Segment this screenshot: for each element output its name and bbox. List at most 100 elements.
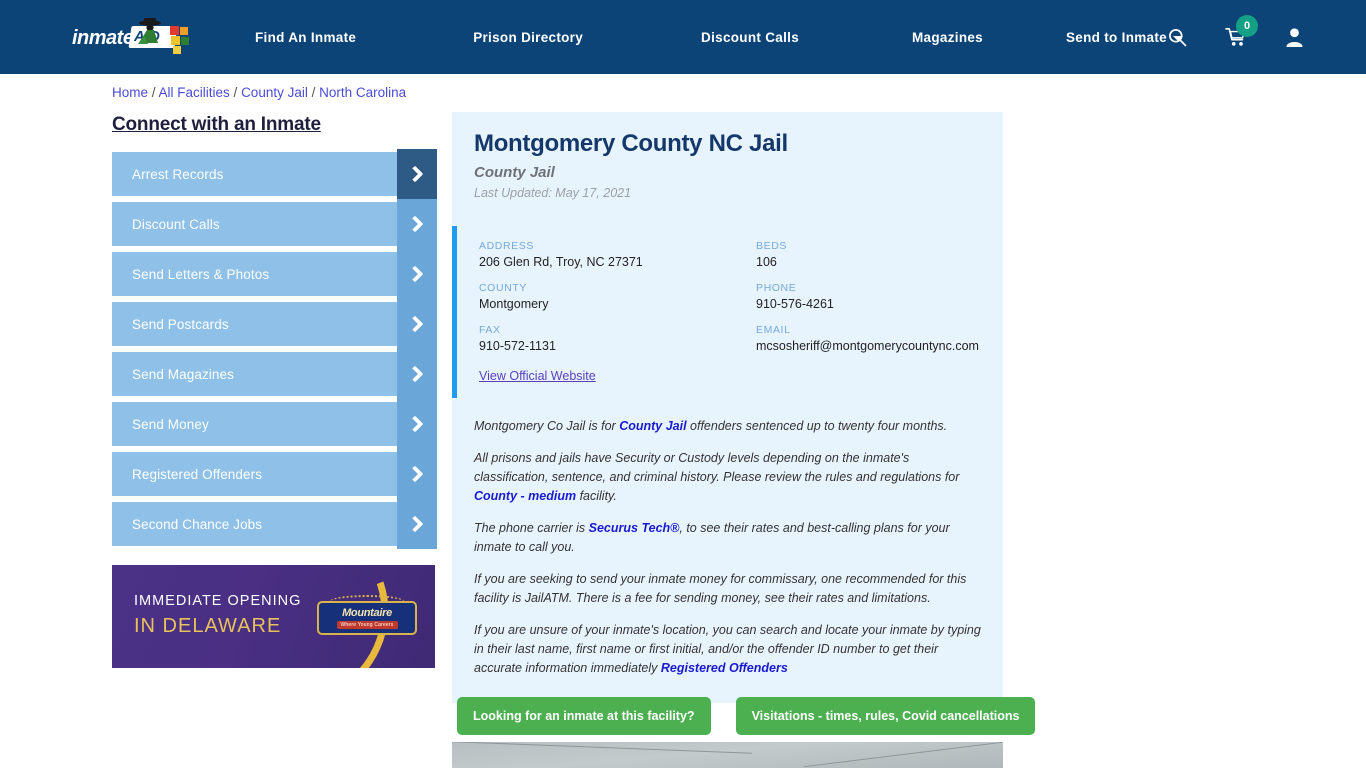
ad-brand-name: Mountaire xyxy=(342,607,392,619)
breadcrumb-item-county-jail[interactable]: County Jail xyxy=(241,85,308,100)
chevron-right-icon xyxy=(397,249,437,299)
description-paragraph-3: The phone carrier is Securus Tech®, to s… xyxy=(474,519,981,557)
user-account-icon[interactable] xyxy=(1285,27,1304,47)
breadcrumb-separator: / xyxy=(307,85,320,100)
facility-type: County Jail xyxy=(474,164,555,181)
sidebar-item-label: Send Postcards xyxy=(132,316,229,332)
ad-brand-badge: Mountaire Where Young Careers xyxy=(317,601,417,635)
view-official-website-link[interactable]: View Official Website xyxy=(479,369,596,383)
search-icon[interactable] xyxy=(1168,28,1187,47)
description-paragraph-2: All prisons and jails have Security or C… xyxy=(474,449,981,506)
breadcrumb-separator: / xyxy=(148,85,159,100)
sidebar: Connect with an Inmate Arrest Records Di… xyxy=(112,114,437,552)
nav-item-find-an-inmate[interactable]: Find An Inmate xyxy=(255,30,356,45)
ad-brand-logo: Mountaire Where Young Careers xyxy=(317,593,417,641)
looking-for-inmate-button[interactable]: Looking for an inmate at this facility? xyxy=(457,697,711,735)
description-paragraph-4: If you are seeking to send your inmate m… xyxy=(474,572,967,605)
desc-link-county-jail[interactable]: County Jail xyxy=(619,419,686,433)
logo-text-inmate: inmate xyxy=(72,26,134,49)
info-label-email: EMAIL xyxy=(756,324,791,336)
power-line-decoration xyxy=(452,742,752,754)
desc-p2-text-a: All prisons and jails have Security or C… xyxy=(474,451,960,484)
info-label-beds: BEDS xyxy=(756,240,787,252)
nav-item-discount-calls[interactable]: Discount Calls xyxy=(701,30,799,45)
desc-p1-text-b: offenders sentenced up to twenty four mo… xyxy=(686,419,948,433)
advertisement-banner[interactable]: IMMEDIATE OPENING IN DELAWARE Mountaire … xyxy=(112,565,435,668)
site-header: inmate AID Find An Inmate Prison Directo… xyxy=(0,0,1366,74)
sidebar-item-label: Discount Calls xyxy=(132,216,220,232)
sidebar-item-label: Send Letters & Photos xyxy=(132,266,270,282)
chevron-right-icon xyxy=(397,449,437,499)
sidebar-item-label: Send Magazines xyxy=(132,366,234,382)
breadcrumb-item-north-carolina[interactable]: North Carolina xyxy=(319,85,406,100)
logo-person-icon xyxy=(138,18,161,44)
info-field-phone: PHONE 910-576-4261 xyxy=(756,282,981,311)
breadcrumb-item-home[interactable]: Home xyxy=(112,85,148,100)
sidebar-item-label: Send Money xyxy=(132,416,209,432)
site-logo[interactable]: inmate AID xyxy=(72,16,194,60)
info-accent-bar xyxy=(452,226,457,398)
visitations-button[interactable]: Visitations - times, rules, Covid cancel… xyxy=(735,697,1036,735)
cta-button-row: Looking for an inmate at this facility? … xyxy=(452,697,1036,735)
info-value-county: Montgomery xyxy=(479,297,549,311)
desc-p2-text-b: facility. xyxy=(576,489,617,503)
sidebar-item-send-postcards[interactable]: Send Postcards xyxy=(112,299,437,349)
info-label-address: ADDRESS xyxy=(479,240,534,252)
sidebar-item-label: Arrest Records xyxy=(132,166,224,182)
chevron-right-icon xyxy=(397,399,437,449)
power-line-decoration xyxy=(803,742,1003,768)
facility-detail-card: Montgomery County NC Jail County Jail La… xyxy=(452,112,1003,703)
info-value-email: mcsosheriff@montgomerycountync.com xyxy=(756,339,979,353)
desc-p1-text-a: Montgomery Co Jail is for xyxy=(474,419,620,433)
sidebar-item-second-chance-jobs[interactable]: Second Chance Jobs xyxy=(112,499,437,549)
info-field-beds: BEDS 106 xyxy=(756,240,981,269)
breadcrumb: Home / All Facilities / County Jail / No… xyxy=(112,85,406,100)
info-value-beds: 106 xyxy=(756,255,777,269)
last-updated-text: Last Updated: May 17, 2021 xyxy=(474,186,632,200)
info-field-county: COUNTY Montgomery xyxy=(479,282,756,311)
facility-header: Montgomery County NC Jail County Jail La… xyxy=(452,112,1003,212)
info-field-email: EMAIL mcsosheriff@montgomerycountync.com xyxy=(756,324,981,353)
facility-description: Montgomery Co Jail is for County Jail of… xyxy=(452,407,1003,697)
nav-item-prison-directory[interactable]: Prison Directory xyxy=(473,30,583,45)
info-value-phone: 910-576-4261 xyxy=(756,297,834,311)
info-value-fax: 910-572-1131 xyxy=(479,339,556,353)
desc-link-registered-offenders[interactable]: Registered Offenders xyxy=(661,661,788,675)
main-navigation: Find An Inmate Prison Directory Discount… xyxy=(255,0,1183,74)
sidebar-item-registered-offenders[interactable]: Registered Offenders xyxy=(112,449,437,499)
info-label-fax: FAX xyxy=(479,324,501,336)
info-label-phone: PHONE xyxy=(756,282,797,294)
cart-count-badge: 0 xyxy=(1236,15,1258,37)
chevron-right-icon xyxy=(397,149,437,199)
sidebar-item-send-magazines[interactable]: Send Magazines xyxy=(112,349,437,399)
sidebar-item-label: Second Chance Jobs xyxy=(132,516,263,532)
chevron-right-icon xyxy=(397,499,437,549)
chevron-right-icon xyxy=(397,299,437,349)
breadcrumb-separator: / xyxy=(229,85,242,100)
ad-headline-line1: IMMEDIATE OPENING xyxy=(134,593,302,609)
sidebar-item-send-money[interactable]: Send Money xyxy=(112,399,437,449)
chevron-right-icon xyxy=(397,199,437,249)
info-value-address: 206 Glen Rd, Troy, NC 27371 xyxy=(479,255,643,269)
facility-info-block: ADDRESS 206 Glen Rd, Troy, NC 27371 BEDS… xyxy=(452,226,1003,407)
sidebar-item-arrest-records[interactable]: Arrest Records xyxy=(112,149,437,199)
chevron-right-icon xyxy=(397,349,437,399)
cart-icon[interactable]: 0 xyxy=(1225,15,1258,47)
ad-brand-tagline: Where Young Careers xyxy=(336,621,398,629)
description-paragraph-1: Montgomery Co Jail is for County Jail of… xyxy=(474,417,981,436)
desc-p3-text-a: The phone carrier is xyxy=(474,521,589,535)
info-label-county: COUNTY xyxy=(479,282,527,294)
page-title: Montgomery County NC Jail xyxy=(474,130,788,157)
sidebar-item-discount-calls[interactable]: Discount Calls xyxy=(112,199,437,249)
header-icon-group: 0 xyxy=(1168,0,1304,74)
sidebar-item-send-letters-photos[interactable]: Send Letters & Photos xyxy=(112,249,437,299)
sidebar-title: Connect with an Inmate xyxy=(112,114,321,135)
nav-item-magazines[interactable]: Magazines xyxy=(912,30,983,45)
info-field-fax: FAX 910-572-1131 xyxy=(479,324,756,353)
desc-link-county-medium[interactable]: County - medium xyxy=(474,489,576,503)
breadcrumb-item-all-facilities[interactable]: All Facilities xyxy=(159,85,230,100)
facility-photo xyxy=(452,742,1003,768)
desc-link-securus-tech[interactable]: Securus Tech® xyxy=(589,521,680,535)
nav-item-send-to-inmate[interactable]: Send to Inmate xyxy=(1066,30,1183,45)
ad-headline-line2: IN DELAWARE xyxy=(134,615,282,637)
